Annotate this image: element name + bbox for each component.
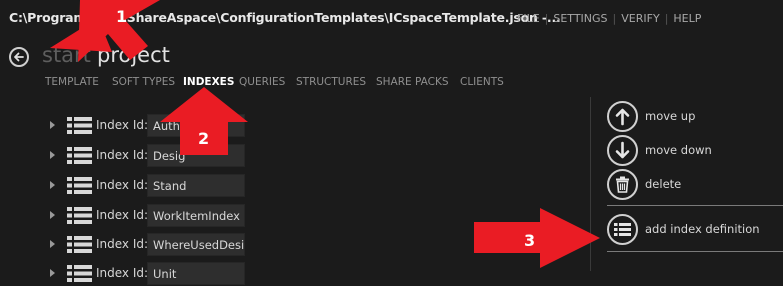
annotation-layer	[50, 0, 600, 268]
annotation-number-3: 3	[524, 231, 536, 250]
annotation-number-1: 1	[116, 7, 128, 26]
annotation-arrow-3	[474, 208, 600, 268]
annotation-number-2: 2	[198, 129, 210, 148]
